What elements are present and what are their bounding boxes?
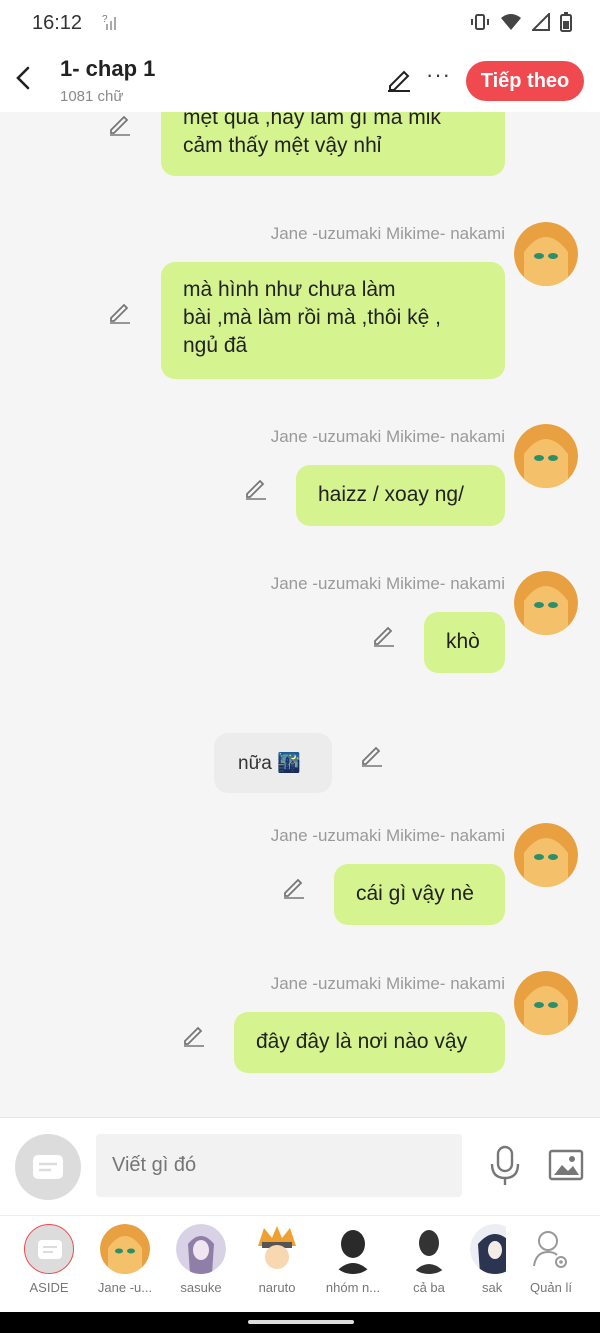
character-name: Jane -uzumaki Mikime- nakami	[270, 224, 505, 243]
chapter-title: 1- chap 1	[60, 56, 156, 81]
next-chapter-button[interactable]: Tiếp theo	[466, 61, 584, 101]
message-input[interactable]	[96, 1134, 462, 1197]
character-label: naruto	[258, 1280, 296, 1295]
edit-message-icon[interactable]	[182, 1023, 206, 1047]
message-line: khò	[446, 630, 480, 653]
back-arrow-icon[interactable]	[12, 62, 36, 94]
no-signal-icon: ?	[102, 14, 118, 35]
character-label: Jane -u...	[97, 1280, 153, 1295]
character-avatar	[470, 1224, 506, 1274]
wifi-icon	[500, 13, 522, 36]
character-avatar[interactable]	[514, 571, 578, 635]
character-group[interactable]: nhóm n...	[318, 1224, 388, 1295]
status-bar: 16:12 ?	[0, 0, 600, 48]
character-avatar	[100, 1224, 150, 1274]
message-line: haizz / xoay ng/	[318, 483, 464, 506]
character-avatar[interactable]	[514, 222, 578, 286]
vibrate-icon	[470, 12, 490, 37]
message-bubble[interactable]: mà hình như chưa làm bài ,mà làm rồi mà …	[161, 262, 505, 379]
message-line: mà hình như chưa làm	[183, 278, 396, 301]
cell-signal-icon	[530, 11, 550, 36]
message-line: cảm thấy mệt vậy nhỉ	[183, 134, 382, 157]
image-icon[interactable]	[548, 1148, 584, 1182]
message-line: cái gì vậy nè	[356, 882, 474, 905]
character-avatar[interactable]	[514, 823, 578, 887]
word-count: 1081 chữ	[60, 88, 124, 105]
message-line: mệt quá ,hây làm gì mà mik	[183, 112, 441, 129]
character-naruto[interactable]: naruto	[242, 1224, 312, 1295]
character-label: ASIDE	[29, 1280, 69, 1295]
message-bubble[interactable]: mệt quá ,hây làm gì mà mik cảm thấy mệt …	[161, 112, 505, 176]
status-time: 16:12	[32, 12, 83, 34]
message-line: ngủ đã	[183, 334, 248, 357]
message-bubble[interactable]: đây đây là nơi nào vậy	[234, 1012, 505, 1073]
character-label: Quản lí	[530, 1280, 572, 1295]
message-line: đây đây là nơi nào vậy	[256, 1030, 468, 1053]
character-avatar	[176, 1224, 226, 1274]
character-sasuke[interactable]: sasuke	[166, 1224, 236, 1295]
message-line: bài ,mà làm rồi mà ,thôi kệ ,	[183, 306, 441, 329]
message-bubble[interactable]: khò	[424, 612, 505, 673]
message-bubble[interactable]: haizz / xoay ng/	[296, 465, 505, 526]
home-gesture-handle[interactable]	[248, 1320, 354, 1324]
character-avatar[interactable]	[514, 424, 578, 488]
aside-bubble[interactable]: nữa 🌃	[214, 733, 332, 793]
manage-characters-button[interactable]: Quản lí	[516, 1224, 586, 1295]
character-label: sasuke	[180, 1280, 222, 1295]
character-label: nhóm n...	[325, 1280, 381, 1295]
character-bar: ASIDE Jane -u... sasuke naruto nhóm n...…	[0, 1215, 600, 1312]
aside-toggle-button[interactable]	[15, 1134, 81, 1200]
character-avatar	[252, 1224, 302, 1274]
character-name: Jane -uzumaki Mikime- nakami	[270, 427, 505, 446]
character-name: Jane -uzumaki Mikime- nakami	[270, 974, 505, 993]
edit-message-icon[interactable]	[360, 743, 384, 767]
character-sak[interactable]: sak	[470, 1224, 506, 1295]
edit-message-icon[interactable]	[244, 476, 268, 500]
edit-message-icon[interactable]	[108, 300, 132, 324]
character-label: cả ba	[413, 1280, 445, 1295]
character-name: Jane -uzumaki Mikime- nakami	[270, 574, 505, 593]
edit-pencil-icon[interactable]	[386, 66, 412, 92]
edit-message-icon[interactable]	[372, 623, 396, 647]
svg-text:?: ?	[102, 14, 108, 25]
message-bubble[interactable]: cái gì vậy nè	[334, 864, 505, 925]
character-avatar[interactable]	[514, 971, 578, 1035]
chat-area[interactable]: mệt quá ,hây làm gì mà mik cảm thấy mệt …	[0, 112, 600, 1117]
message-line: nữa 🌃	[238, 753, 301, 774]
manage-user-gear-icon	[526, 1224, 576, 1274]
edit-message-icon[interactable]	[108, 112, 132, 136]
more-options-icon[interactable]: ···	[426, 62, 451, 88]
character-avatar	[404, 1224, 454, 1274]
character-all-three[interactable]: cả ba	[394, 1224, 464, 1295]
character-name: Jane -uzumaki Mikime- nakami	[270, 826, 505, 845]
character-avatar	[328, 1224, 378, 1274]
microphone-icon[interactable]	[488, 1144, 522, 1188]
character-jane[interactable]: Jane -u...	[90, 1224, 160, 1295]
aside-avatar	[24, 1224, 74, 1274]
chapter-header: 1- chap 1 1081 chữ ··· Tiếp theo	[0, 48, 600, 112]
composer-bar	[0, 1117, 600, 1215]
edit-message-icon[interactable]	[282, 875, 306, 899]
character-aside[interactable]: ASIDE	[14, 1224, 84, 1295]
system-nav-bar	[0, 1312, 600, 1333]
character-label: sak	[482, 1280, 503, 1295]
battery-icon	[560, 12, 572, 37]
